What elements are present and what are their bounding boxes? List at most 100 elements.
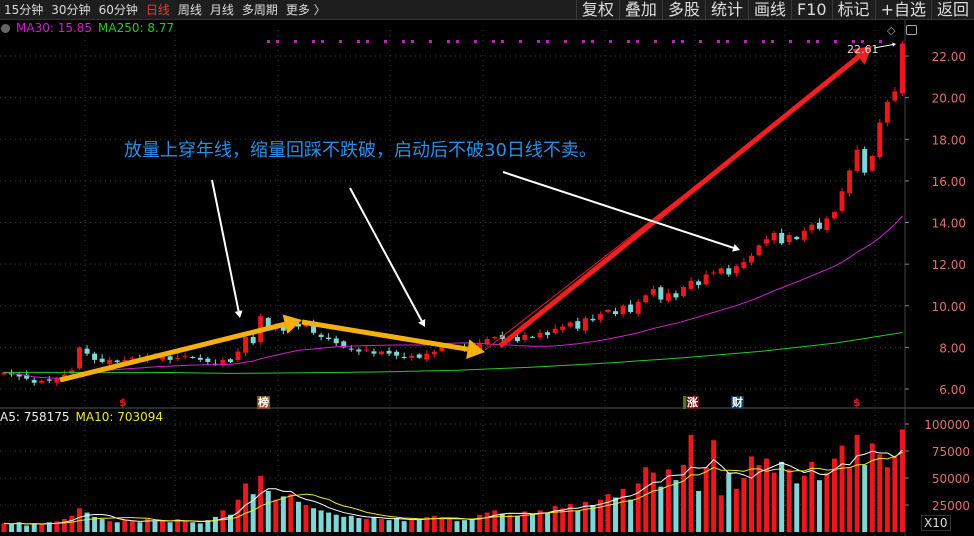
- volume-bar: [771, 472, 777, 532]
- candle-body: [514, 336, 520, 342]
- candle-body: [92, 353, 98, 360]
- volume-bar: [507, 514, 513, 532]
- event-marker-dollar[interactable]: $: [118, 396, 128, 409]
- volume-bar: [205, 520, 211, 532]
- candle-body: [431, 351, 437, 355]
- volume-bar: [341, 516, 347, 532]
- volume-bar: [522, 511, 528, 532]
- event-marker-cai[interactable]: 财: [731, 396, 744, 409]
- candle-body: [779, 232, 785, 244]
- signal-dot: [321, 40, 324, 43]
- candle-body: [703, 274, 709, 285]
- event-marker-dollar-2[interactable]: $: [852, 396, 862, 409]
- candle-body: [801, 230, 807, 240]
- candle-body: [333, 338, 339, 344]
- event-marker-bang[interactable]: 榜: [257, 396, 270, 409]
- candle-body: [197, 357, 203, 360]
- candle-body: [869, 155, 875, 171]
- candle-body: [862, 149, 868, 173]
- candle-body: [733, 266, 739, 274]
- volume-bar: [326, 512, 332, 532]
- volume-bar: [748, 456, 754, 532]
- volume-bar: [869, 443, 875, 532]
- candle-body: [484, 339, 490, 344]
- volume-bar: [854, 434, 860, 532]
- volume-bar: [363, 519, 369, 532]
- price-tick-label: 8.00: [939, 341, 966, 355]
- candle-body: [552, 328, 558, 334]
- candle-body: [673, 293, 679, 298]
- signal-dot: [816, 40, 819, 43]
- signal-dot: [537, 40, 540, 43]
- candle-body: [46, 379, 52, 381]
- volume-bar: [688, 434, 694, 532]
- volume-bar: [711, 440, 717, 532]
- signal-dot: [456, 40, 459, 43]
- candle-body: [854, 149, 860, 172]
- volume-multiplier[interactable]: X10: [921, 515, 951, 531]
- signal-dot: [879, 40, 882, 43]
- volume-bar: [613, 497, 619, 532]
- last-price-label: 22.61: [847, 43, 879, 56]
- signal-dot: [762, 40, 765, 43]
- event-marker-zhang[interactable]: 涨: [683, 396, 699, 409]
- volume-bar: [152, 521, 158, 532]
- price-tick-label: 22.00: [932, 50, 966, 64]
- signal-dot: [276, 40, 279, 43]
- candle-body: [794, 236, 800, 240]
- volume-bar: [530, 513, 535, 532]
- white-arrow-2-shaft: [349, 187, 423, 322]
- volume-bar: [258, 475, 264, 532]
- volume-bar: [628, 499, 634, 532]
- volume-bar: [877, 454, 883, 532]
- kline-chart[interactable]: 22.00 20.00 18.00 16.00 14.00 12.00 10.00 8.00 6…: [0, 0, 974, 536]
- volume-bar: [371, 516, 377, 532]
- volume-bar: [220, 510, 226, 532]
- volume-bar: [824, 472, 830, 532]
- candle-body: [77, 347, 82, 369]
- volume-bar: [658, 486, 664, 532]
- candle-body: [590, 318, 596, 321]
- volume-bar: [665, 469, 671, 532]
- candle-body: [771, 232, 777, 241]
- panel-toggle-icon[interactable]: [906, 25, 917, 35]
- candle-body: [899, 43, 905, 94]
- volume-bar: [333, 514, 339, 532]
- volume-tick-label: 100000: [924, 418, 970, 432]
- yellow-arrow-down-head: [466, 339, 485, 360]
- signal-dot: [744, 40, 747, 43]
- white-arrow-1-head: [234, 310, 243, 318]
- signal-dot: [726, 40, 729, 43]
- volume-bar: [884, 467, 890, 532]
- candle-body: [688, 280, 694, 289]
- candle-body: [764, 239, 770, 244]
- volume-bar: [635, 483, 641, 532]
- settings-dot-icon[interactable]: [1, 23, 10, 33]
- candle-body: [182, 355, 188, 357]
- volume-bar: [137, 522, 143, 532]
- white-arrow-1-shaft: [211, 179, 240, 312]
- candle-body: [839, 191, 845, 211]
- volume-bar: [386, 520, 392, 532]
- candle-body: [567, 322, 573, 327]
- volume-bar: [779, 461, 785, 532]
- candle-body: [575, 321, 581, 329]
- candle-body: [530, 336, 535, 338]
- price-tick-label: 14.00: [932, 217, 966, 231]
- price-tick-label: 12.00: [932, 258, 966, 272]
- candle-body: [167, 356, 173, 360]
- candle-body: [711, 272, 717, 274]
- signal-dot: [591, 40, 594, 43]
- annotation-text: 放量上穿年线，缩量回踩不跌破，启动后不破30日线不卖。: [124, 140, 597, 161]
- candle-body: [205, 358, 211, 362]
- volume-bar: [356, 517, 362, 532]
- diamond-icon[interactable]: ◇: [887, 24, 895, 37]
- candle-body: [439, 347, 445, 351]
- candle-body: [39, 380, 45, 383]
- volume-bar: [99, 519, 105, 532]
- candle-body: [635, 301, 641, 314]
- candle-body: [356, 349, 362, 352]
- signal-dot: [447, 40, 450, 43]
- volume-bar: [167, 522, 173, 532]
- volume-tick-label: 25000: [932, 499, 970, 513]
